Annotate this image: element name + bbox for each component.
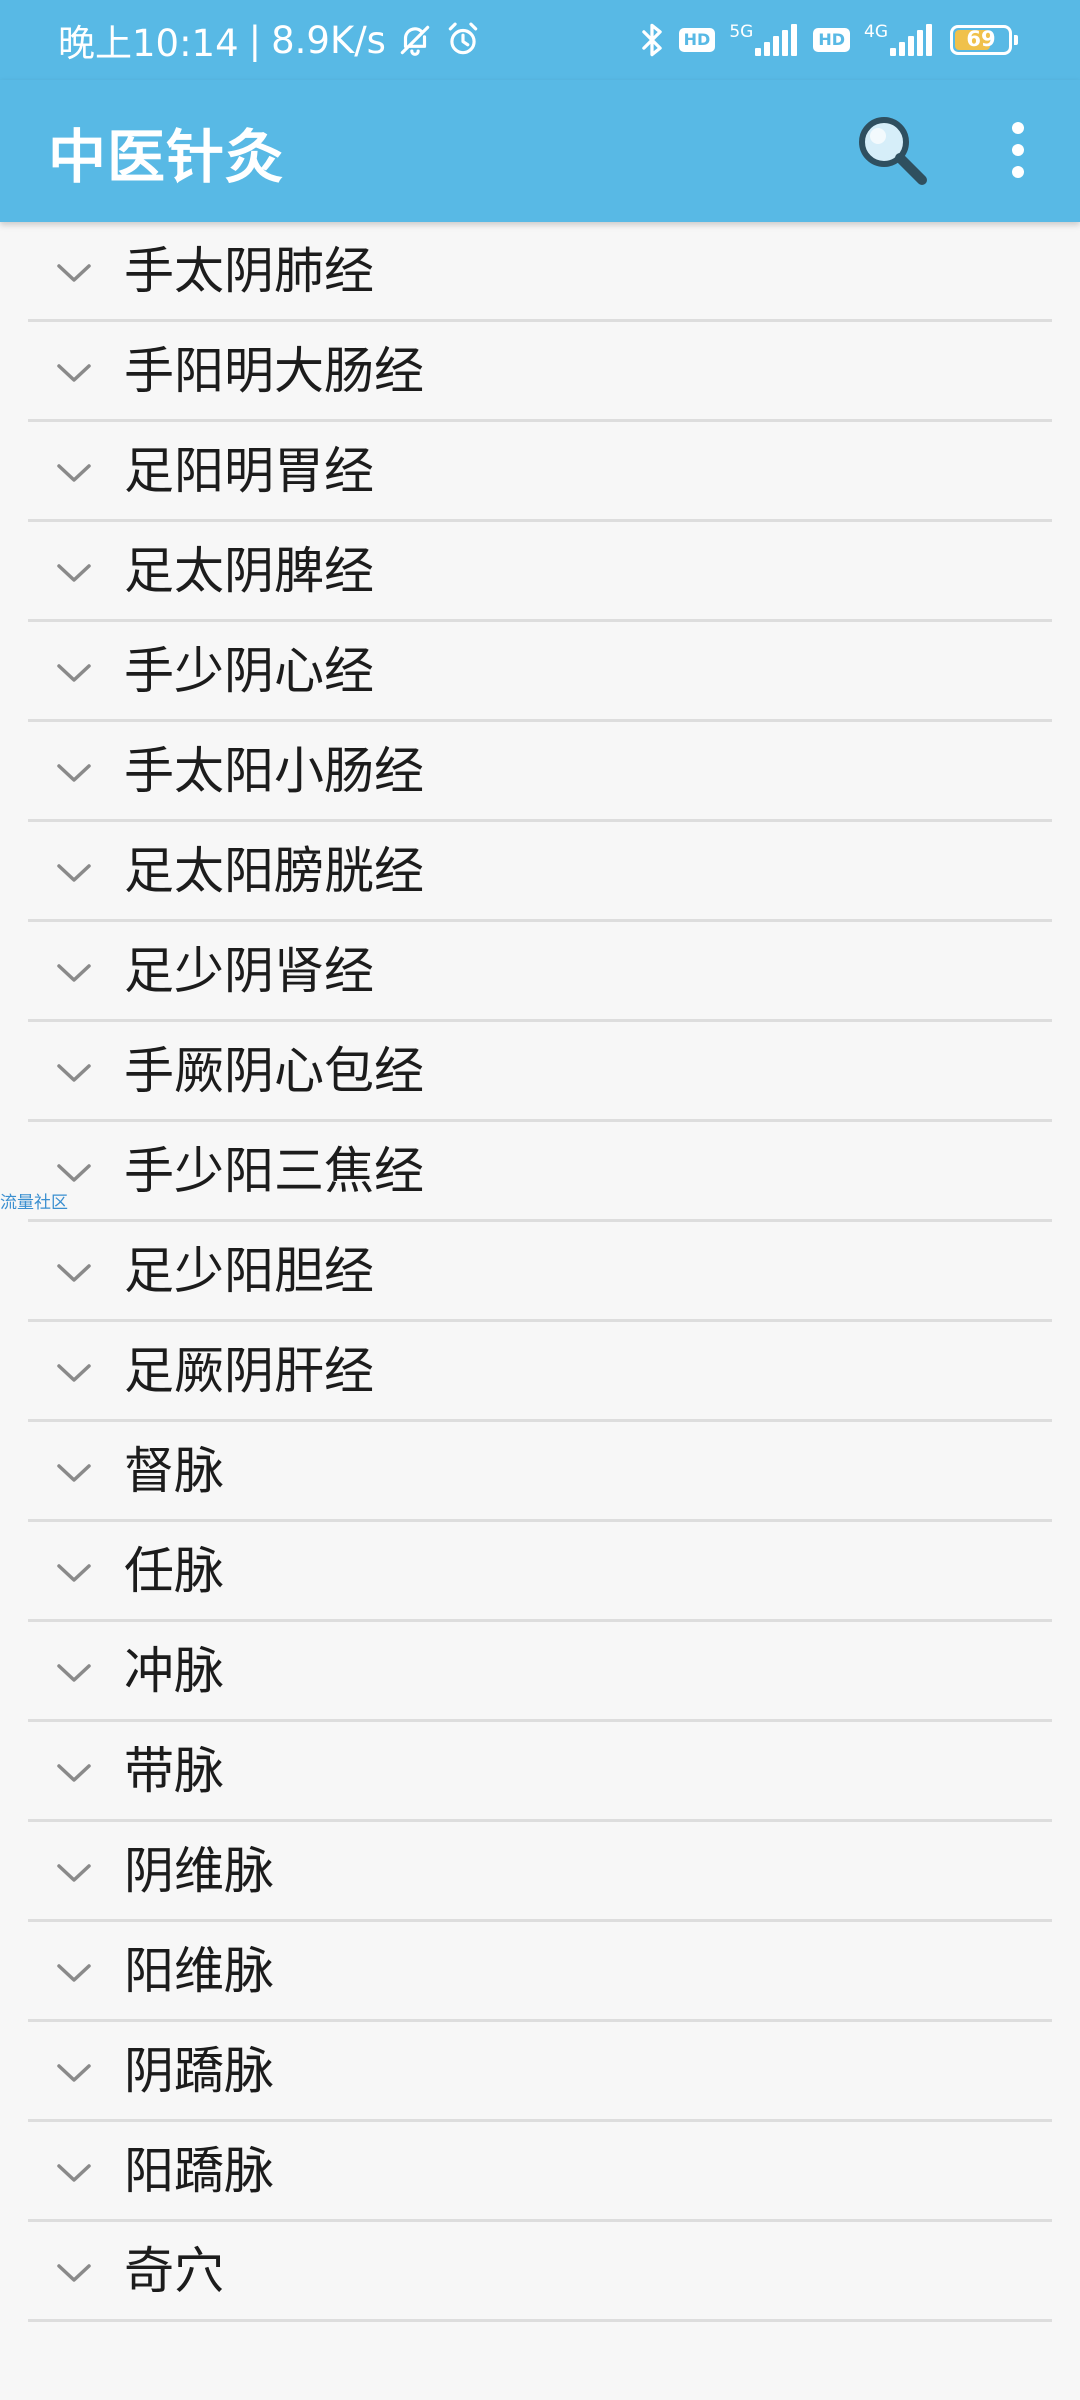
chevron-down-icon[interactable] <box>56 2062 92 2084</box>
battery-level: 69 <box>966 27 996 51</box>
list-item-label: 阳维脉 <box>124 1942 274 2000</box>
status-bar: 晚上10:14 | 8.9K/s HD 5G HD 4G 69 <box>0 0 1080 80</box>
more-vert-icon <box>1012 122 1024 178</box>
list-item-label: 足太阴脾经 <box>124 542 374 600</box>
list-item[interactable]: 足阳明胃经 <box>28 422 1052 522</box>
list-item[interactable]: 奇穴 <box>28 2222 1052 2322</box>
list-item[interactable]: 手厥阴心包经 <box>28 1022 1052 1122</box>
list-item-label: 阳蹻脉 <box>124 2142 274 2200</box>
list-item-label: 手少阳三焦经 <box>124 1142 424 1200</box>
battery-icon: 69 <box>950 25 1018 55</box>
chevron-down-icon[interactable] <box>56 1062 92 1084</box>
list-item-label: 足厥阴肝经 <box>124 1342 374 1400</box>
status-right: HD 5G HD 4G 69 <box>625 16 1018 64</box>
list-item[interactable]: 任脉 <box>28 1522 1052 1622</box>
list-item-label: 手阳明大肠经 <box>124 342 424 400</box>
battery-nub <box>1014 35 1018 45</box>
list-item[interactable]: 带脉 <box>28 1722 1052 1822</box>
more-menu-button[interactable] <box>990 116 1046 188</box>
list-item-label: 奇穴 <box>124 2242 224 2300</box>
list-item[interactable]: 足太阳膀胱经 <box>28 822 1052 922</box>
list-item[interactable]: 阴维脉 <box>28 1822 1052 1922</box>
list-item[interactable]: 足太阴脾经 <box>28 522 1052 622</box>
list-item[interactable]: 冲脉 <box>28 1622 1052 1722</box>
chevron-down-icon[interactable] <box>56 362 92 384</box>
chevron-down-icon[interactable] <box>56 1562 92 1584</box>
hd-badge-2: HD <box>813 28 850 52</box>
list-item[interactable]: 手阳明大肠经 <box>28 322 1052 422</box>
chevron-down-icon[interactable] <box>56 1962 92 1984</box>
chevron-down-icon[interactable] <box>56 762 92 784</box>
status-time: 晚上10:14 <box>58 22 239 65</box>
status-separator: | <box>248 18 262 62</box>
status-left: 晚上10:14 | 8.9K/s <box>58 16 482 65</box>
search-icon <box>859 117 927 185</box>
chevron-down-icon[interactable] <box>56 262 92 284</box>
list-item-label: 手太阳小肠经 <box>124 742 424 800</box>
list-item[interactable]: 足少阳胆经 <box>28 1222 1052 1322</box>
list-item-label: 任脉 <box>124 1542 224 1600</box>
list-item-label: 足阳明胃经 <box>124 442 374 500</box>
chevron-down-icon[interactable] <box>56 1462 92 1484</box>
list-item[interactable]: 手少阴心经 <box>28 622 1052 722</box>
list-item[interactable]: 阳蹻脉 <box>28 2122 1052 2222</box>
list-item[interactable]: 足厥阴肝经 <box>28 1322 1052 1422</box>
list-item-label: 足太阳膀胱经 <box>124 842 424 900</box>
chevron-down-icon[interactable] <box>56 1162 92 1184</box>
list-item[interactable]: 手太阴肺经 <box>28 222 1052 322</box>
list-item[interactable]: 督脉 <box>28 1422 1052 1522</box>
search-button[interactable] <box>852 110 932 190</box>
list-item[interactable]: 阴蹻脉 <box>28 2022 1052 2122</box>
list-item[interactable]: 手太阳小肠经 <box>28 722 1052 822</box>
net-type-5g: 5G <box>729 22 754 42</box>
chevron-down-icon[interactable] <box>56 1662 92 1684</box>
app-bar: 中医针灸 <box>0 80 1080 222</box>
alarm-icon <box>444 21 482 59</box>
chevron-down-icon[interactable] <box>56 1362 92 1384</box>
list-item-label: 手少阴心经 <box>124 642 374 700</box>
list-item-label: 足少阴肾经 <box>124 942 374 1000</box>
list-item-label: 带脉 <box>124 1742 224 1800</box>
chevron-down-icon[interactable] <box>56 562 92 584</box>
list-item-label: 足少阳胆经 <box>124 1242 374 1300</box>
chevron-down-icon[interactable] <box>56 1262 92 1284</box>
list-item-label: 冲脉 <box>124 1642 224 1700</box>
4g-signal-icon: 4G <box>864 24 934 56</box>
list-item[interactable]: 手少阳三焦经 <box>28 1122 1052 1222</box>
list-item-label: 手厥阴心包经 <box>124 1042 424 1100</box>
chevron-down-icon[interactable] <box>56 1762 92 1784</box>
chevron-down-icon[interactable] <box>56 2162 92 2184</box>
list-item[interactable]: 足少阴肾经 <box>28 922 1052 1022</box>
list-item-label: 阴维脉 <box>124 1842 274 1900</box>
net-type-4g: 4G <box>864 22 888 42</box>
chevron-down-icon[interactable] <box>56 2262 92 2284</box>
chevron-down-icon[interactable] <box>56 962 92 984</box>
chevron-down-icon[interactable] <box>56 1862 92 1884</box>
hd-badge: HD <box>678 28 716 52</box>
chevron-down-icon[interactable] <box>56 462 92 484</box>
list-item-label: 督脉 <box>124 1442 224 1500</box>
list-item-label: 阴蹻脉 <box>124 2042 274 2100</box>
watermark-text: 流量社区 <box>0 1193 68 1213</box>
list-item[interactable]: 阳维脉 <box>28 1922 1052 2022</box>
bluetooth-icon <box>639 20 665 60</box>
chevron-down-icon[interactable] <box>56 662 92 684</box>
meridian-list: 手太阴肺经手阳明大肠经 足阳明胃经足太阴脾经手少阴心经手太阳小肠经 足太阳膀胱经 足少… <box>28 222 1052 2322</box>
bell-off-icon <box>396 21 434 59</box>
net-speed: 8.9K/s <box>271 18 386 62</box>
chevron-down-icon[interactable] <box>56 862 92 884</box>
app-title: 中医针灸 <box>48 123 285 191</box>
5g-signal-icon: 5G <box>729 24 799 56</box>
list-item-label: 手太阴肺经 <box>124 242 374 300</box>
